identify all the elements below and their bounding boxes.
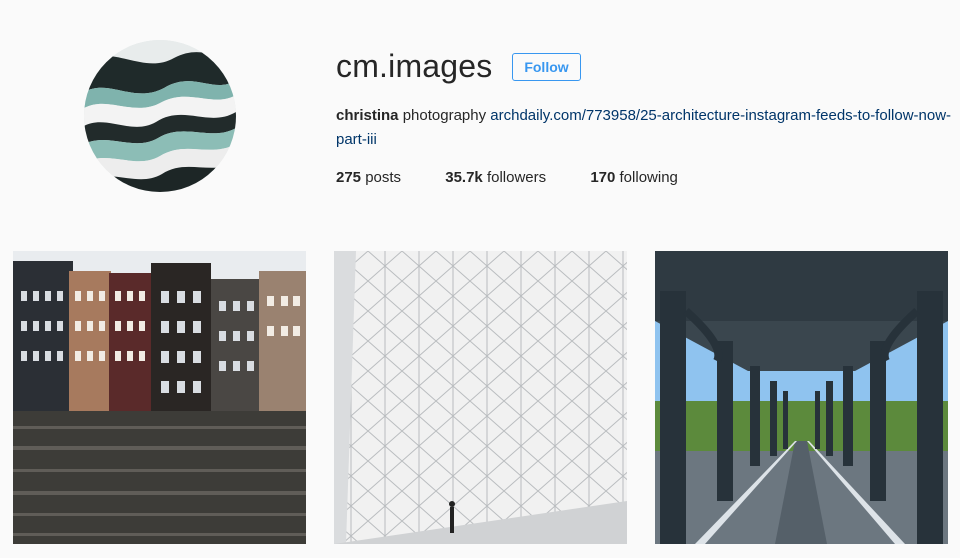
profile-bio: christina photography archdaily.com/7739… (336, 104, 956, 152)
canal-houses-photo (13, 251, 306, 544)
following-stat[interactable]: 170 following (590, 169, 678, 186)
avatar-image (84, 40, 236, 192)
following-count: 170 (590, 169, 616, 186)
bio-name: christina (336, 107, 399, 124)
bridge-colonnade-photo (655, 251, 948, 544)
post-tile[interactable] (13, 251, 306, 544)
post-tile[interactable] (334, 251, 627, 544)
profile-stats: 275 posts 35.7k followers 170 following (336, 166, 718, 190)
post-tile[interactable] (655, 251, 948, 544)
posts-stat: 275 posts (336, 169, 401, 186)
bio-text: photography (402, 107, 487, 124)
followers-label: followers (486, 169, 547, 186)
posts-label: posts (365, 169, 402, 186)
followers-stat[interactable]: 35.7k followers (445, 169, 546, 186)
following-label: following (619, 169, 678, 186)
followers-count: 35.7k (445, 169, 483, 186)
geometric-facade-photo (334, 251, 627, 544)
profile-username: cm.images (336, 48, 493, 84)
follow-button[interactable]: Follow (512, 53, 581, 81)
profile-avatar[interactable] (84, 40, 236, 192)
posts-count: 275 (336, 169, 362, 186)
